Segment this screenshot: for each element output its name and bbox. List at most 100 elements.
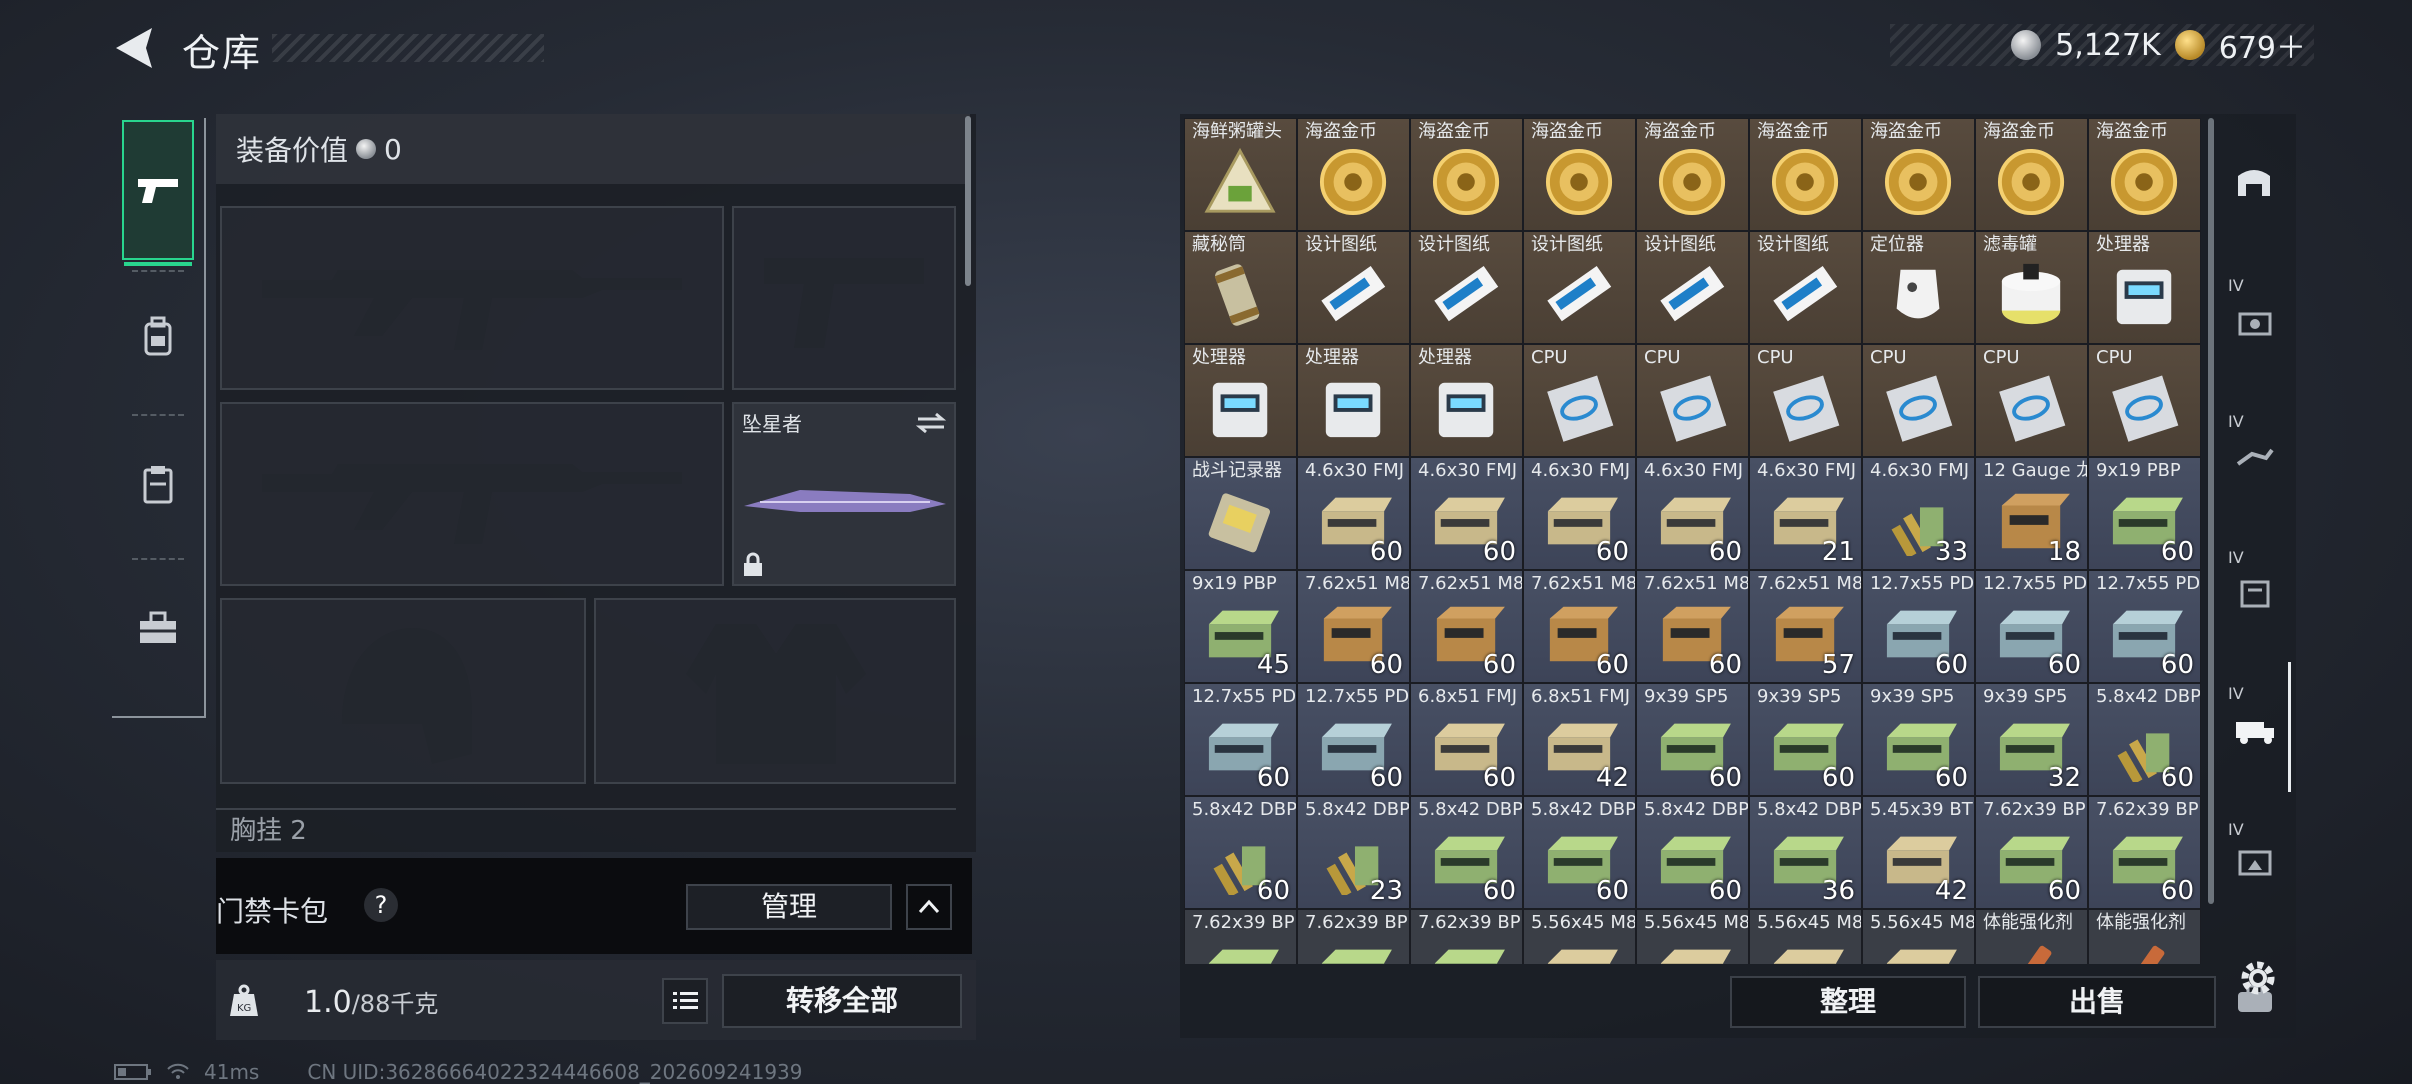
inventory-item[interactable]: 4.6x30 FMJ SX 21 bbox=[1749, 457, 1862, 570]
inventory-item[interactable]: 海盗金币 bbox=[1297, 118, 1410, 231]
gear-icon[interactable] bbox=[2236, 956, 2280, 1000]
inventory-item[interactable]: CPU bbox=[1975, 344, 2088, 457]
inventory-item[interactable]: 5.45x39 BT 42 bbox=[1862, 796, 1975, 909]
side-tab-cash-register[interactable]: IV bbox=[2222, 254, 2288, 384]
inventory-item[interactable]: 12.7x55 PD12双头 60 bbox=[1184, 683, 1297, 796]
manage-button[interactable]: 管理 bbox=[686, 884, 892, 930]
inventory-item[interactable]: 体能强化剂 bbox=[1975, 909, 2088, 964]
inventory-item[interactable]: 海盗金币 bbox=[1636, 118, 1749, 231]
inventory-item[interactable]: 处理器 bbox=[1184, 344, 1297, 457]
inventory-item[interactable]: 海盗金币 bbox=[2088, 118, 2201, 231]
inventory-item[interactable]: 7.62x39 BP bbox=[1297, 909, 1410, 964]
inventory-item[interactable]: 7.62x39 BP bbox=[1184, 909, 1297, 964]
inventory-item[interactable]: 5.8x42 DBP10+P 60 bbox=[2088, 683, 2201, 796]
inventory-item[interactable]: 5.8x42 DBP10 60 bbox=[1523, 796, 1636, 909]
side-tab-truck[interactable]: IV bbox=[2222, 662, 2291, 792]
inventory-item[interactable]: 设计图纸 bbox=[1636, 231, 1749, 344]
inventory-item[interactable]: 7.62x51 M80 57 bbox=[1749, 570, 1862, 683]
inventory-item[interactable]: 7.62x39 BP bbox=[1410, 909, 1523, 964]
inventory-item[interactable]: 海盗金币 bbox=[1523, 118, 1636, 231]
side-tab-hands[interactable]: IV bbox=[2222, 390, 2288, 520]
inventory-item[interactable]: 设计图纸 bbox=[1410, 231, 1523, 344]
inventory-item[interactable]: 处理器 bbox=[1297, 344, 1410, 457]
inventory-item[interactable]: 6.8x51 FMJ 60 bbox=[1410, 683, 1523, 796]
primary-weapon-slot[interactable] bbox=[220, 206, 724, 390]
category-clipboard[interactable] bbox=[122, 414, 194, 554]
side-tab-monitor[interactable]: IV bbox=[2222, 798, 2288, 928]
side-tab-vest[interactable]: IV bbox=[2222, 526, 2288, 656]
category-weapon[interactable] bbox=[122, 120, 194, 266]
inventory-item[interactable]: 9x39 SP5 32 bbox=[1975, 683, 2088, 796]
inventory-item[interactable]: 6.8x51 FMJ 42 bbox=[1523, 683, 1636, 796]
inventory-item[interactable]: 4.6x30 FMJ SX 60 bbox=[1410, 457, 1523, 570]
inventory-item[interactable]: 海盗金币 bbox=[1975, 118, 2088, 231]
swap-icon[interactable] bbox=[916, 412, 946, 434]
inventory-item[interactable]: 7.62x39 BP 60 bbox=[2088, 796, 2201, 909]
inventory-item[interactable]: 海鲜粥罐头 bbox=[1184, 118, 1297, 231]
inventory-item[interactable]: CPU bbox=[2088, 344, 2201, 457]
inventory-item[interactable]: 5.8x42 DBP10 60 bbox=[1410, 796, 1523, 909]
inventory-item[interactable]: 5.8x42 DBP10+P 23 bbox=[1297, 796, 1410, 909]
gold-balance[interactable]: 679＋ bbox=[2219, 23, 2306, 67]
inventory-item[interactable]: 海盗金币 bbox=[1410, 118, 1523, 231]
inventory-item[interactable]: 9x19 PBP 60 bbox=[2088, 457, 2201, 570]
inventory-item[interactable]: 5.56x45 M855A1 bbox=[1862, 909, 1975, 964]
inventory-item[interactable]: 藏秘筒 bbox=[1184, 231, 1297, 344]
inventory-item[interactable]: 7.62x51 M80 60 bbox=[1410, 570, 1523, 683]
inventory-item[interactable]: 5.8x42 DBP10 36 bbox=[1749, 796, 1862, 909]
inventory-item[interactable]: 设计图纸 bbox=[1297, 231, 1410, 344]
inventory-item[interactable]: 7.62x39 BP 60 bbox=[1975, 796, 2088, 909]
inventory-item[interactable]: 5.8x42 DBP10 60 bbox=[1636, 796, 1749, 909]
inventory-item[interactable]: 7.62x51 M80 60 bbox=[1297, 570, 1410, 683]
inventory-item[interactable]: CPU bbox=[1749, 344, 1862, 457]
inventory-item[interactable]: 海盗金币 bbox=[1749, 118, 1862, 231]
armor-slot[interactable] bbox=[594, 598, 956, 784]
inventory-item[interactable]: CPU bbox=[1862, 344, 1975, 457]
inventory-item[interactable]: 5.56x45 M855A1 bbox=[1636, 909, 1749, 964]
inventory-item[interactable]: 12 Gauge 龙息 18 bbox=[1975, 457, 2088, 570]
melee-slot[interactable]: 坠星者 bbox=[732, 402, 956, 586]
equipment-scrollbar[interactable] bbox=[965, 116, 971, 286]
collapse-button[interactable] bbox=[906, 884, 952, 930]
list-view-button[interactable] bbox=[662, 978, 708, 1024]
inventory-item[interactable]: 7.62x51 M80 60 bbox=[1636, 570, 1749, 683]
inventory-item[interactable]: 9x39 SP5 60 bbox=[1862, 683, 1975, 796]
helmet-slot[interactable] bbox=[220, 598, 586, 784]
inventory-item[interactable]: 9x39 SP5 60 bbox=[1749, 683, 1862, 796]
inventory-item[interactable]: 体能强化剂 bbox=[2088, 909, 2201, 964]
warehouse-scrollbar[interactable] bbox=[2208, 118, 2214, 904]
sort-button[interactable]: 整理 bbox=[1730, 976, 1966, 1028]
inventory-item[interactable]: 设计图纸 bbox=[1749, 231, 1862, 344]
category-toolbox[interactable] bbox=[122, 558, 194, 698]
inventory-item[interactable]: 12.7x55 PD12双头 60 bbox=[2088, 570, 2201, 683]
transfer-all-button[interactable]: 转移全部 bbox=[722, 974, 962, 1028]
inventory-item[interactable]: 12.7x55 PD12双头 60 bbox=[1297, 683, 1410, 796]
inventory-item[interactable]: 5.56x45 M855A1 bbox=[1523, 909, 1636, 964]
inventory-item[interactable]: 处理器 bbox=[1410, 344, 1523, 457]
inventory-item[interactable]: CPU bbox=[1523, 344, 1636, 457]
inventory-item[interactable]: 9x39 SP5 60 bbox=[1636, 683, 1749, 796]
back-arrow-icon[interactable] bbox=[112, 26, 158, 70]
inventory-item[interactable]: 5.8x42 DBP10+P 60 bbox=[1184, 796, 1297, 909]
inventory-item[interactable]: 9x19 PBP 45 bbox=[1184, 570, 1297, 683]
inventory-item[interactable]: CPU bbox=[1636, 344, 1749, 457]
inventory-item[interactable]: 4.6x30 FMJ SX 60 bbox=[1523, 457, 1636, 570]
sell-button[interactable]: 出售 bbox=[1978, 976, 2216, 1028]
inventory-item[interactable]: 7.62x51 M80 60 bbox=[1523, 570, 1636, 683]
side-tab-storage[interactable] bbox=[2222, 118, 2288, 248]
inventory-item[interactable]: 4.6x30 FMJ SX 60 bbox=[1636, 457, 1749, 570]
inventory-item[interactable]: 4.6x30 FMJ SX 60 bbox=[1297, 457, 1410, 570]
inventory-item[interactable]: 12.7x55 PD12双头 60 bbox=[1862, 570, 1975, 683]
inventory-item[interactable]: 12.7x55 PD12双头 60 bbox=[1975, 570, 2088, 683]
inventory-item[interactable]: 处理器 bbox=[2088, 231, 2201, 344]
inventory-item[interactable]: 海盗金币 bbox=[1862, 118, 1975, 231]
inventory-item[interactable]: 4.6x30 FMJ SP 33 bbox=[1862, 457, 1975, 570]
inventory-item[interactable]: 战斗记录器 bbox=[1184, 457, 1297, 570]
inventory-item[interactable]: 滤毒罐 bbox=[1975, 231, 2088, 344]
inventory-item[interactable]: 5.56x45 M855A1 bbox=[1749, 909, 1862, 964]
category-equipment[interactable] bbox=[122, 266, 194, 406]
inventory-item[interactable]: 设计图纸 bbox=[1523, 231, 1636, 344]
pistol-slot[interactable] bbox=[732, 206, 956, 390]
inventory-item[interactable]: 定位器 bbox=[1862, 231, 1975, 344]
secondary-weapon-slot[interactable] bbox=[220, 402, 724, 586]
